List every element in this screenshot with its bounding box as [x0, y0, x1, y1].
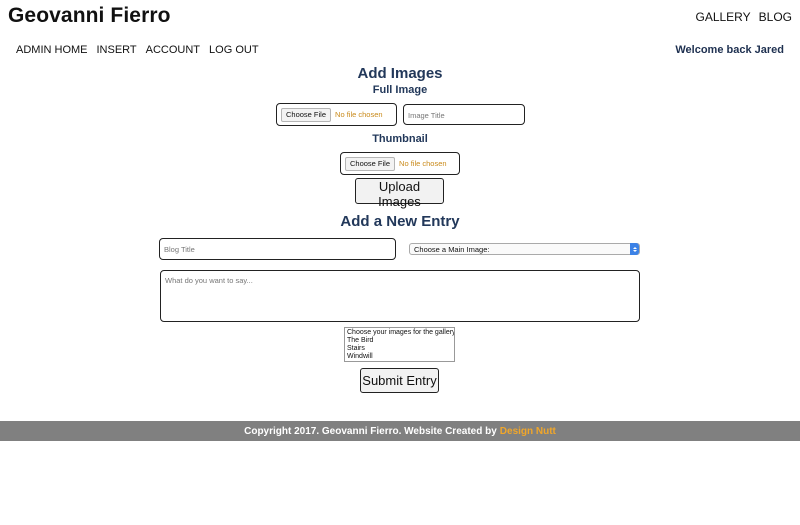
entry-body-field[interactable] [160, 270, 640, 322]
nav-gallery-link[interactable]: GALLERY [695, 10, 750, 24]
gallery-option-stairs[interactable]: Stairs [347, 345, 452, 353]
gallery-images-multiselect[interactable]: Choose your images for the gallery: The … [344, 327, 455, 362]
full-image-label: Full Image [372, 84, 428, 96]
main-image-select-value: Choose a Main Image: [414, 244, 490, 254]
gallery-option-windwill[interactable]: Windwill [347, 353, 452, 361]
insert-link[interactable]: INSERT [97, 44, 137, 56]
image-title-field[interactable] [403, 104, 525, 125]
logout-link[interactable]: LOG OUT [209, 44, 259, 56]
admin-home-link[interactable]: ADMIN HOME [16, 44, 88, 56]
add-entry-heading: Add a New Entry [340, 213, 460, 230]
submit-entry-button[interactable]: Submit Entry [360, 368, 439, 393]
blog-title-input[interactable] [160, 239, 395, 260]
admin-nav: ADMIN HOME INSERT ACCOUNT LOG OUT [16, 44, 259, 56]
thumbnail-label: Thumbnail [372, 133, 428, 145]
select-arrows-icon [630, 243, 639, 255]
thumbnail-no-file-text: No file chosen [399, 159, 447, 168]
add-images-heading: Add Images [357, 65, 443, 82]
footer: Copyright 2017. Geovanni Fierro. Website… [0, 421, 800, 441]
welcome-message: Welcome back Jared [675, 44, 784, 56]
full-image-no-file-text: No file chosen [335, 110, 383, 119]
site-title: Geovanni Fierro [8, 4, 171, 27]
thumbnail-file-input[interactable]: Choose File No file chosen [340, 152, 460, 175]
nav-blog-link[interactable]: BLOG [759, 10, 792, 24]
gallery-option-prompt: Choose your images for the gallery: [347, 329, 455, 336]
entry-body-textarea[interactable] [161, 271, 639, 321]
footer-copyright-text: Copyright 2017. Geovanni Fierro. Website… [244, 425, 497, 437]
account-link[interactable]: ACCOUNT [146, 44, 200, 56]
image-title-input[interactable] [404, 106, 524, 125]
upload-images-button[interactable]: Upload Images [355, 178, 444, 209]
blog-title-field[interactable] [159, 238, 396, 260]
main-image-select[interactable]: Choose a Main Image: [409, 243, 640, 255]
full-image-file-input[interactable]: Choose File No file chosen [276, 103, 397, 126]
footer-designer-link[interactable]: Design Nutt [500, 426, 556, 437]
gallery-option-the-bird[interactable]: The Bird [347, 337, 452, 345]
thumbnail-choose-file-button[interactable]: Choose File [345, 156, 396, 171]
full-image-choose-file-button[interactable]: Choose File [281, 107, 332, 122]
top-nav: GALLERY BLOG [695, 10, 792, 24]
